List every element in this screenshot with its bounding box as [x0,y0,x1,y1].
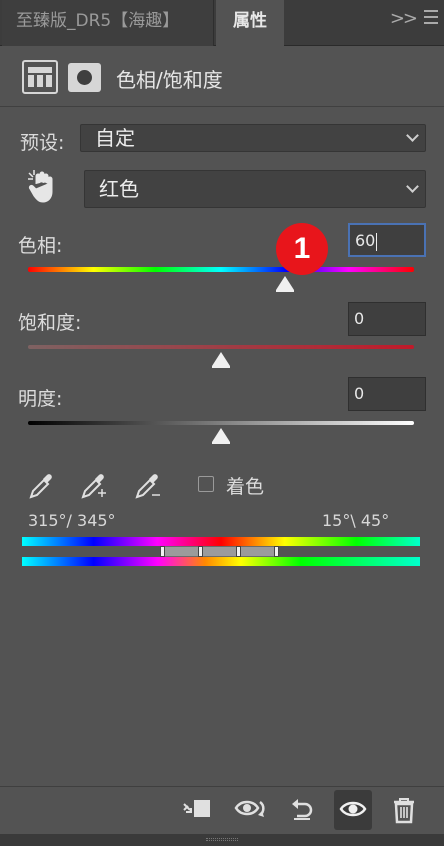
tab-document[interactable]: 至臻版_DR5【海趣】 [2,0,214,46]
hue-slider-thumb[interactable] [276,276,295,292]
tab-properties[interactable]: 属性 [216,0,284,46]
range-left-text: 315°/ 345° [28,511,116,530]
range-handle-right-outer[interactable] [274,546,279,557]
clip-to-layer-icon[interactable] [182,796,210,824]
saturation-label: 饱和度: [18,312,82,334]
reset-icon[interactable] [288,796,316,824]
lightness-input[interactable]: 0 [348,377,426,411]
color-range-bar[interactable] [164,546,279,557]
tab-overflow-button[interactable]: >> [390,8,418,29]
preset-dropdown[interactable]: 自定 [80,124,426,152]
resize-grip-icon[interactable] [206,838,238,841]
range-handle-right-inner[interactable] [236,546,241,557]
input-color-spectrum [22,537,420,546]
lightness-slider-track[interactable] [28,421,414,425]
hue-label: 色相: [18,235,63,257]
colorize-label: 着色 [226,476,265,498]
saturation-value: 0 [354,309,365,328]
trash-icon[interactable] [390,796,418,824]
range-right-text: 15°\ 45° [322,511,390,530]
panel-menu-icon[interactable] [424,10,438,28]
layer-mask-icon[interactable] [68,63,101,92]
colorize-checkbox[interactable] [198,476,214,492]
lightness-label: 明度: [18,388,63,410]
divider [0,786,444,787]
saturation-input[interactable]: 0 [348,302,426,336]
adjustment-layer-icon[interactable] [22,60,58,94]
output-color-spectrum [22,557,420,566]
preset-label: 预设: [20,132,65,154]
eyedropper-minus-icon[interactable] [134,472,162,504]
tab-bar: 至臻版_DR5【海趣】 属性 >> [0,0,444,46]
chevron-down-icon [406,129,419,142]
chevron-down-icon [406,180,419,193]
eyedropper-plus-icon[interactable] [80,472,108,504]
panel-title: 色相/饱和度 [116,68,223,92]
hue-input[interactable]: 60 [348,223,426,257]
visibility-eye-icon[interactable] [339,796,367,824]
saturation-slider-thumb[interactable] [212,352,230,368]
preset-value: 自定 [95,126,135,150]
channel-value: 红色 [99,177,139,201]
lightness-value: 0 [354,384,365,403]
annotation-badge: 1 [276,223,328,275]
range-handle-left-outer[interactable] [160,546,165,557]
divider [0,106,444,107]
channel-dropdown[interactable]: 红色 [84,170,426,208]
saturation-slider-track[interactable] [28,345,414,349]
targeted-adjustment-hand-icon[interactable] [28,170,56,208]
hue-value: 60 [355,231,376,250]
lightness-slider-thumb[interactable] [212,428,230,444]
range-handle-left-inner[interactable] [198,546,203,557]
hue-slider-track[interactable] [28,267,414,272]
eyedropper-icon[interactable] [28,472,56,504]
view-previous-icon[interactable] [234,796,270,824]
